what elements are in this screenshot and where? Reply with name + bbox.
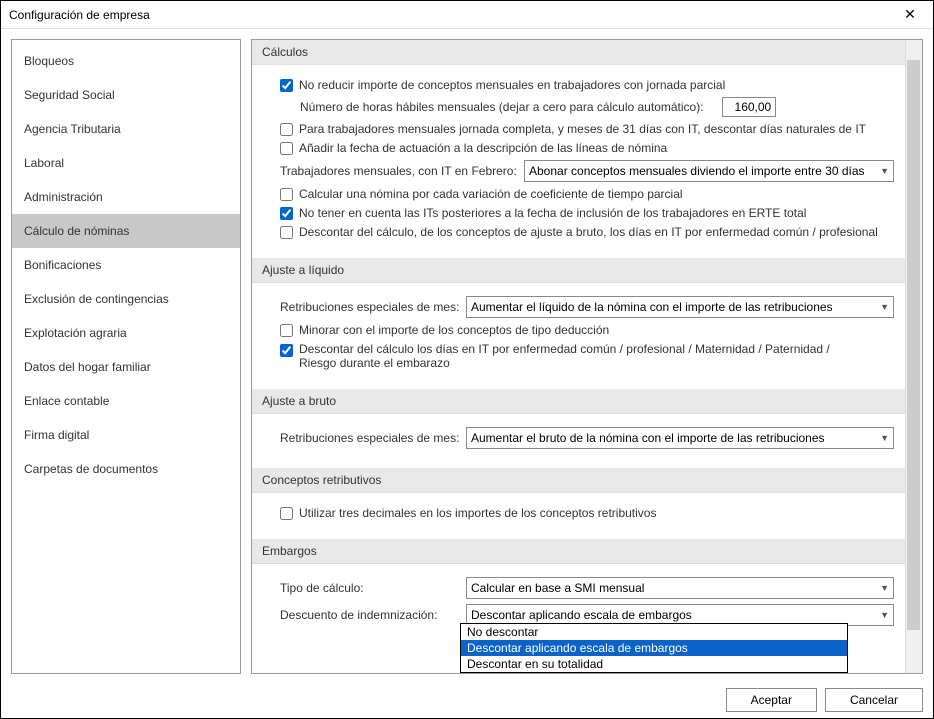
window-title: Configuración de empresa — [9, 8, 895, 22]
checkbox-descontar-it[interactable] — [280, 344, 293, 357]
checkbox-no-tener-its[interactable] — [280, 207, 293, 220]
sidebar-item-10[interactable]: Enlace contable — [12, 384, 240, 418]
label-trabajadores-31: Para trabajadores mensuales jornada comp… — [299, 122, 866, 136]
main-panel: Cálculos No reducir importe de conceptos… — [251, 39, 923, 674]
sidebar-item-12[interactable]: Carpetas de documentos — [12, 452, 240, 486]
label-horas-habiles: Número de horas hábiles mensuales (dejar… — [300, 100, 704, 114]
label-descontar-it: Descontar del cálculo los días en IT por… — [299, 342, 859, 370]
section-calculos-header: Cálculos — [252, 40, 918, 65]
sidebar-item-7[interactable]: Exclusión de contingencias — [12, 282, 240, 316]
sidebar-item-5[interactable]: Cálculo de nóminas — [12, 214, 240, 248]
section-conceptos-header: Conceptos retributivos — [252, 468, 918, 493]
label-minorar: Minorar con el importe de los conceptos … — [299, 323, 609, 337]
footer: Aceptar Cancelar — [1, 682, 933, 718]
checkbox-tres-decimales[interactable] — [280, 507, 293, 520]
close-button[interactable]: ✕ — [895, 5, 925, 25]
cancelar-button[interactable]: Cancelar — [825, 688, 923, 712]
sidebar-item-6[interactable]: Bonificaciones — [12, 248, 240, 282]
label-no-tener-its: No tener en cuenta las ITs posteriores a… — [299, 206, 806, 220]
sidebar-item-9[interactable]: Datos del hogar familiar — [12, 350, 240, 384]
dropdown-option-1[interactable]: Descontar aplicando escala de embargos — [461, 640, 847, 656]
sidebar-item-0[interactable]: Bloqueos — [12, 44, 240, 78]
select-tipo-calculo[interactable]: Calcular en base a SMI mensual▼ — [466, 577, 894, 599]
label-retribuciones-bruto: Retribuciones especiales de mes: — [280, 431, 460, 445]
chevron-down-icon: ▼ — [876, 433, 889, 443]
label-no-reducir: No reducir importe de conceptos mensuale… — [299, 78, 725, 92]
select-retribuciones-bruto[interactable]: Aumentar el bruto de la nómina con el im… — [466, 427, 894, 449]
sidebar-item-3[interactable]: Laboral — [12, 146, 240, 180]
section-ajuste-liquido-header: Ajuste a líquido — [252, 258, 918, 283]
checkbox-no-reducir[interactable] — [280, 79, 293, 92]
label-it-febrero: Trabajadores mensuales, con IT en Febrer… — [280, 164, 518, 178]
chevron-down-icon: ▼ — [876, 302, 889, 312]
sidebar-item-1[interactable]: Seguridad Social — [12, 78, 240, 112]
sidebar-item-11[interactable]: Firma digital — [12, 418, 240, 452]
label-descontar-ajuste: Descontar del cálculo, de los conceptos … — [299, 225, 878, 239]
label-anadir-fecha: Añadir la fecha de actuación a la descri… — [299, 141, 667, 155]
checkbox-calcular-variacion[interactable] — [280, 188, 293, 201]
select-it-febrero[interactable]: Abonar conceptos mensuales diviendo el i… — [524, 160, 894, 182]
sidebar-item-4[interactable]: Administración — [12, 180, 240, 214]
checkbox-trabajadores-31[interactable] — [280, 123, 293, 136]
checkbox-anadir-fecha[interactable] — [280, 142, 293, 155]
dropdown-descuento-options[interactable]: No descontarDescontar aplicando escala d… — [460, 623, 848, 673]
dropdown-option-0[interactable]: No descontar — [461, 624, 847, 640]
input-horas-habiles[interactable] — [722, 97, 776, 117]
chevron-down-icon: ▼ — [876, 610, 889, 620]
chevron-down-icon: ▼ — [876, 583, 889, 593]
sidebar: BloqueosSeguridad SocialAgencia Tributar… — [11, 39, 241, 674]
label-tres-decimales: Utilizar tres decimales en los importes … — [299, 506, 656, 520]
label-tipo-calculo: Tipo de cálculo: — [280, 581, 460, 595]
aceptar-button[interactable]: Aceptar — [726, 688, 817, 712]
dropdown-option-2[interactable]: Descontar en su totalidad — [461, 656, 847, 672]
chevron-down-icon: ▼ — [876, 166, 889, 176]
titlebar: Configuración de empresa ✕ — [1, 1, 933, 29]
label-descuento-indemnizacion: Descuento de indemnización: — [280, 608, 460, 622]
checkbox-descontar-ajuste[interactable] — [280, 226, 293, 239]
section-embargos-header: Embargos — [252, 539, 918, 564]
section-ajuste-bruto-header: Ajuste a bruto — [252, 389, 918, 414]
select-retribuciones-liquido[interactable]: Aumentar el líquido de la nómina con el … — [466, 296, 894, 318]
checkbox-minorar[interactable] — [280, 324, 293, 337]
sidebar-item-8[interactable]: Explotación agraria — [12, 316, 240, 350]
label-retribuciones-liquido: Retribuciones especiales de mes: — [280, 300, 460, 314]
label-calcular-variacion: Calcular una nómina por cada variación d… — [299, 187, 683, 201]
sidebar-item-2[interactable]: Agencia Tributaria — [12, 112, 240, 146]
